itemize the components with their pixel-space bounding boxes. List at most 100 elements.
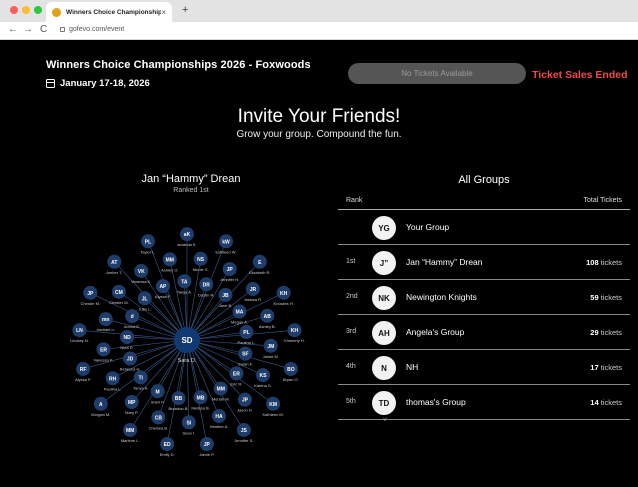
network-node[interactable]: HA Heather A. xyxy=(210,409,229,429)
network-node[interactable]: ER Vanessa K. xyxy=(93,342,114,362)
network-node[interactable]: RF Alyssa F. xyxy=(75,361,91,382)
browser-tab[interactable]: Winners Choice Championship × xyxy=(46,2,172,22)
group-row[interactable]: 3rd AH Angela's Group 29 tickets xyxy=(338,315,630,350)
network-node[interactable]: EElizabeth R. xyxy=(249,254,271,275)
network-node[interactable]: KM Kathleen M. xyxy=(263,396,284,417)
network-node[interactable]: AB Ashley B. xyxy=(259,308,276,329)
network-node-initials: JP xyxy=(204,442,211,448)
network-node[interactable]: ND Nina D. xyxy=(120,330,135,350)
network-node-name: Jaime M. xyxy=(263,354,279,359)
network-node-name: Nina D. xyxy=(120,345,133,350)
network-node-initials: A xyxy=(99,402,103,408)
network-node[interactable]: MA Megan A. xyxy=(231,304,248,325)
network-node-initials: JB xyxy=(222,293,229,299)
window-minimize-button[interactable] xyxy=(22,6,30,14)
network-node[interactable]: JM Jaime M. xyxy=(263,338,279,359)
network-node[interactable]: A Morgan M. xyxy=(91,396,110,417)
network-node-name: Jamie P. xyxy=(199,452,214,457)
reload-button[interactable]: C xyxy=(40,24,47,35)
network-node[interactable]: JL Julia L. xyxy=(137,291,152,311)
center-node-name: Sara D. xyxy=(178,358,197,364)
groups-title: All Groups xyxy=(458,174,510,186)
address-bar: ← → C gofevo.com/event xyxy=(0,22,638,40)
event-date-text: January 17-18, 2026 xyxy=(60,78,150,89)
network-node-name: Sarah F. xyxy=(238,362,253,367)
network-node[interactable]: PL Taylor L. xyxy=(140,234,156,254)
group-rank: 5th xyxy=(346,398,356,405)
network-node[interactable]: MM Meriah M. xyxy=(212,381,230,402)
network-node-initials: KH xyxy=(291,328,299,334)
network-node[interactable]: mn michael n. xyxy=(97,312,115,332)
network-node[interactable]: KH Knowles H. xyxy=(274,285,294,306)
new-tab-button[interactable]: + xyxy=(182,4,188,16)
network-node[interactable]: CM Chester M. xyxy=(109,284,129,305)
network-node[interactable]: SF Sarah F. xyxy=(238,346,253,367)
group-name: Your Group xyxy=(406,222,450,232)
no-tickets-button[interactable]: No Tickets Available xyxy=(348,63,526,84)
network-node[interactable]: ER Eric R. xyxy=(229,366,244,386)
network-node-initials: CM xyxy=(115,290,123,296)
network-node[interactable]: JP Chester M. xyxy=(81,285,101,306)
network-node[interactable]: ED Emily D. xyxy=(160,437,175,457)
network-node[interactable]: MP Mary P. xyxy=(124,395,139,415)
network-node[interactable]: TA Tanya A. xyxy=(177,274,192,294)
network-node[interactable]: M Sheri P. xyxy=(150,384,165,404)
back-button[interactable]: ← xyxy=(8,24,18,35)
network-node[interactable]: TI Tanya A. xyxy=(133,370,148,390)
network-node[interactable]: LN Lindsey N. xyxy=(70,323,89,343)
forward-button[interactable]: → xyxy=(23,24,33,35)
network-node[interactable]: BB Brandon B. xyxy=(169,391,189,411)
group-row[interactable]: YG Your Group xyxy=(338,210,630,245)
network-node[interactable]: JP Jamie P. xyxy=(199,437,214,457)
network-node-initials: ER xyxy=(233,371,240,377)
network-node[interactable]: MB Melissa B. xyxy=(191,390,210,410)
more-indicator: ˅ xyxy=(383,417,388,424)
invite-subtitle: Grow your group. Compound the fun. xyxy=(236,129,402,140)
lock-icon xyxy=(60,27,65,32)
network-node[interactable]: JP Jason H. xyxy=(237,392,253,413)
network-node-initials: AT xyxy=(111,260,117,266)
network-node[interactable]: JS Jennifer S. xyxy=(234,422,253,443)
network-node[interactable]: PL Paulina L. xyxy=(238,325,256,345)
network-node[interactable]: AP Alyssa F. xyxy=(155,279,171,299)
network-node-name: Elizabeth R. xyxy=(249,270,271,275)
window-maximize-button[interactable] xyxy=(34,6,42,14)
network-node[interactable]: KH Kimberly H. xyxy=(284,323,305,343)
network-node-initials: DR xyxy=(203,282,211,288)
network-node[interactable]: VK Vanessa K. xyxy=(131,263,151,284)
tab-close-icon[interactable]: × xyxy=(161,8,166,17)
network-center-node[interactable]: SD Sara D. xyxy=(174,327,200,364)
network-node-name: Dustin R. xyxy=(198,292,214,297)
network-node[interactable]: aK amanda K. xyxy=(177,227,197,247)
group-row[interactable]: 1st J” Jan “Hammy” Drean 108 tickets xyxy=(338,245,630,280)
network-node[interactable]: RH Paulina L. xyxy=(104,371,122,391)
network-node[interactable]: NS Nicole S. xyxy=(193,251,209,272)
group-avatar: NK xyxy=(372,286,396,310)
network-node[interactable]: MM Ashley O. xyxy=(161,252,178,272)
network-node[interactable]: BO Bryan O. xyxy=(283,361,299,382)
network-node[interactable]: JP Jennifer H. xyxy=(220,262,239,282)
network-node[interactable]: KS Katrina S. xyxy=(254,368,272,388)
network-node-name: Brandon B. xyxy=(169,406,189,411)
network-node[interactable]: JD Rebecca H. xyxy=(120,351,141,372)
network-node[interactable]: JR Jessica R. xyxy=(244,281,262,302)
network-node[interactable]: kW kathleen W. xyxy=(216,234,237,254)
network-node[interactable]: d donna E. xyxy=(124,309,140,329)
group-row[interactable]: 5th TD thomas's Group 14 tickets xyxy=(338,385,630,420)
network-node[interactable]: AT Amber T. xyxy=(106,254,122,275)
network-node[interactable]: DR Dustin R. xyxy=(198,277,214,297)
group-row[interactable]: 2nd NK Newington Knights 59 tickets xyxy=(338,280,630,315)
network-node[interactable]: SI Sean I. xyxy=(181,415,196,435)
center-node-initials: SD xyxy=(181,336,192,345)
url-field[interactable]: gofevo.com/event xyxy=(60,26,124,33)
network-node-initials: JL xyxy=(142,296,148,302)
window-close-button[interactable] xyxy=(10,6,18,14)
group-row[interactable]: 4th N NH 17 tickets xyxy=(338,350,630,385)
group-rank: 3rd xyxy=(346,328,357,335)
network-node[interactable]: MM Marlene L. xyxy=(121,422,140,443)
network-node[interactable]: JB Jane B. xyxy=(218,287,233,308)
network-node-initials: RH xyxy=(109,376,117,382)
network-node-initials: ED xyxy=(164,442,171,448)
network-node-name: Sheri P. xyxy=(151,399,165,404)
network-node[interactable]: CB Chelsea B. xyxy=(149,410,169,430)
